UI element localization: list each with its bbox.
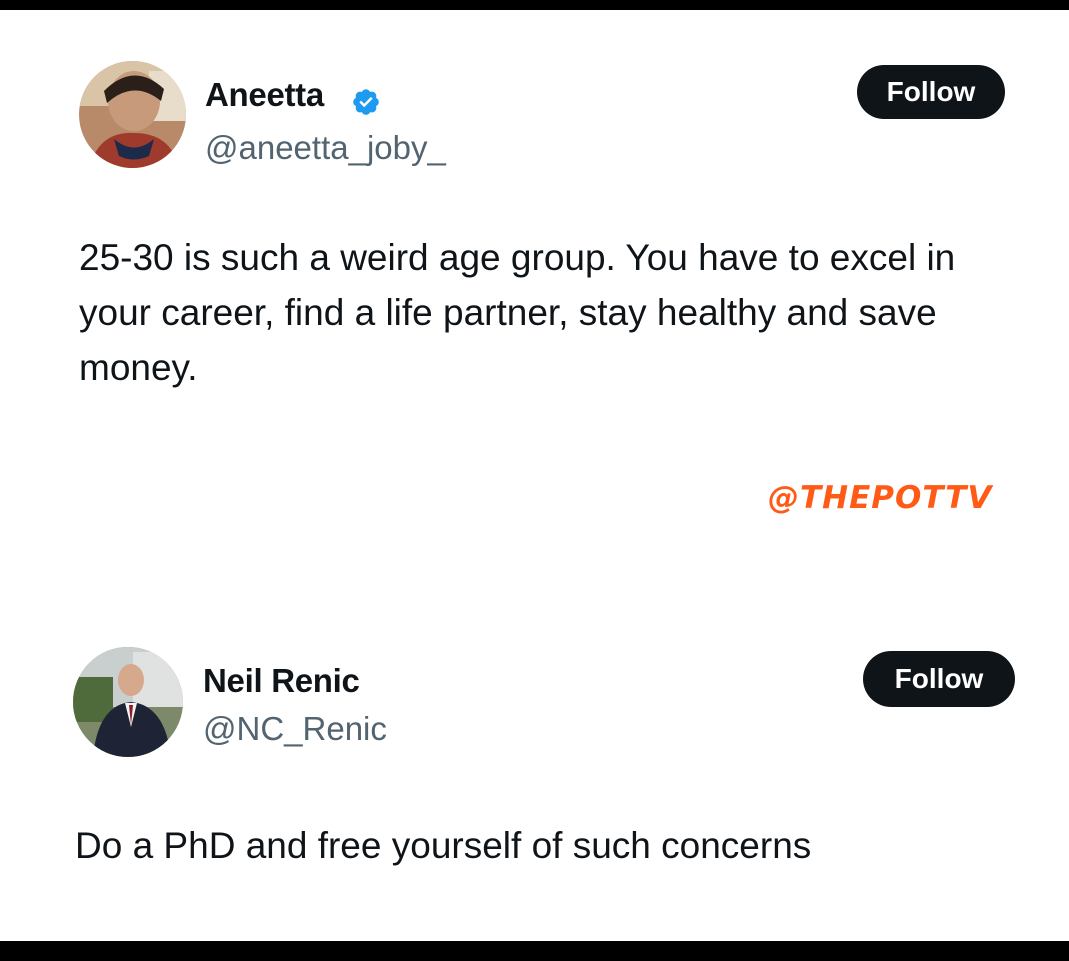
avatar-neil-renic-photo — [73, 647, 183, 757]
avatar-neil-renic[interactable] — [73, 647, 183, 757]
verified-badge-icon — [353, 89, 379, 115]
tweet-text: 25-30 is such a weird age group. You hav… — [79, 237, 956, 388]
author-handle[interactable]: @NC_Renic — [203, 710, 387, 748]
author-handle[interactable]: @aneetta_joby_ — [205, 129, 446, 167]
avatar-aneetta-photo — [79, 61, 186, 168]
screenshot-canvas: Aneetta @aneetta_joby_ Follow 25-30 is s… — [0, 10, 1069, 941]
tweet-text: Do a PhD and free yourself of such conce… — [75, 825, 812, 866]
author-name[interactable]: Aneetta — [205, 76, 324, 114]
watermark-text: @THEPOTTV — [768, 480, 993, 516]
author-name[interactable]: Neil Renic — [203, 662, 360, 700]
follow-button[interactable]: Follow — [863, 651, 1015, 707]
follow-button[interactable]: Follow — [857, 65, 1005, 119]
avatar-aneetta[interactable] — [79, 61, 186, 168]
